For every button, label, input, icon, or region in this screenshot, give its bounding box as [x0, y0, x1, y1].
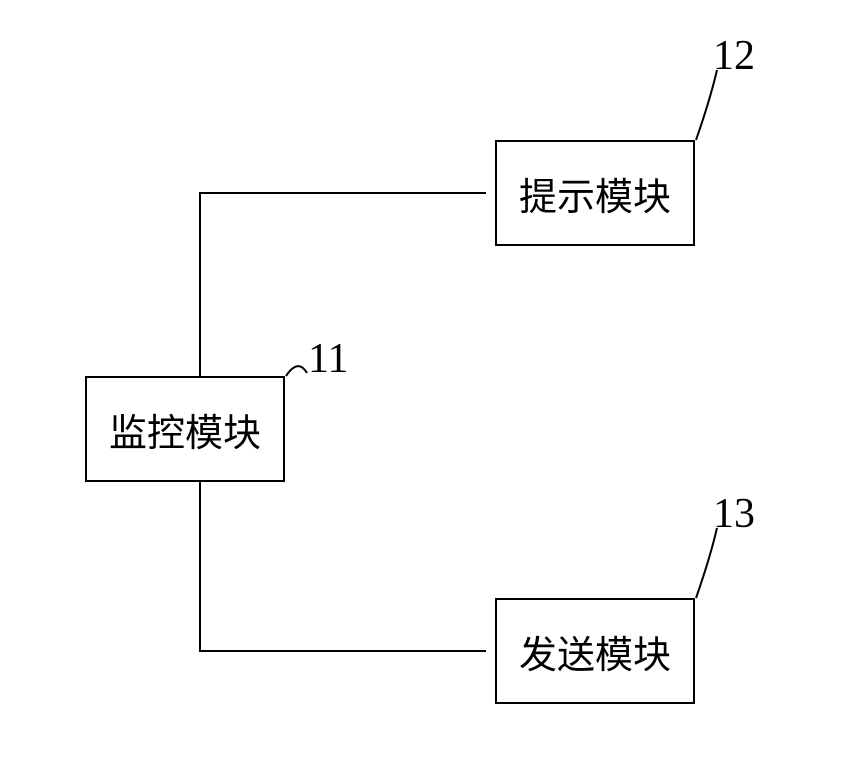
ref-label-11: 11	[308, 335, 348, 383]
prompt-module-label: 提示模块	[519, 166, 671, 221]
monitor-module-label: 监控模块	[109, 402, 261, 457]
monitor-module-box: 监控模块	[85, 376, 285, 482]
ref-label-13: 13	[713, 490, 755, 538]
ref-label-12: 12	[713, 32, 755, 80]
send-module-box: 发送模块	[495, 598, 695, 704]
send-module-label: 发送模块	[519, 624, 671, 679]
block-diagram: 监控模块 提示模块 发送模块 11 12 13	[0, 0, 854, 783]
prompt-module-box: 提示模块	[495, 140, 695, 246]
